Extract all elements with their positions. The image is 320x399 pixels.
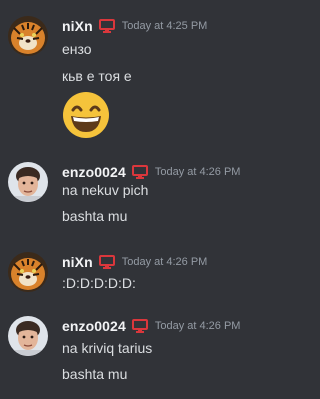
username[interactable]: niXn	[62, 254, 93, 270]
monitor-icon[interactable]	[98, 19, 115, 33]
monitor-icon[interactable]	[131, 319, 148, 333]
username[interactable]: enzo0024	[62, 164, 126, 180]
message-header: enzo0024 Today at 4:26 PM	[62, 162, 240, 182]
message-text: na nekuv pich	[62, 182, 149, 198]
message-text: :D:D:D:D:D:	[62, 275, 136, 291]
message-text: na kriviq tarius	[62, 340, 153, 356]
message-header: niXn Today at 4:25 PM	[62, 16, 207, 36]
avatar[interactable]	[8, 16, 48, 56]
avatar[interactable]	[8, 252, 48, 292]
grinning-face-emoji[interactable]	[62, 91, 110, 139]
message-header: niXn Today at 4:26 PM	[62, 252, 207, 272]
message-header: enzo0024 Today at 4:26 PM	[62, 316, 240, 336]
monitor-icon[interactable]	[131, 165, 148, 179]
username[interactable]: enzo0024	[62, 318, 126, 334]
avatar[interactable]	[8, 162, 48, 202]
avatar[interactable]	[8, 316, 48, 356]
username[interactable]: niXn	[62, 18, 93, 34]
chat-messages: niXn Today at 4:25 PM ензо кьв е тоя е e…	[0, 0, 289, 399]
timestamp[interactable]: Today at 4:25 PM	[122, 20, 208, 32]
timestamp[interactable]: Today at 4:26 PM	[122, 256, 208, 268]
message-text: ензо	[62, 41, 92, 57]
timestamp[interactable]: Today at 4:26 PM	[155, 320, 241, 332]
message-text: bashta mu	[62, 208, 128, 224]
timestamp[interactable]: Today at 4:26 PM	[155, 166, 241, 178]
message-text: bashta mu	[62, 366, 128, 382]
monitor-icon[interactable]	[98, 255, 115, 269]
message-text: кьв е тоя е	[62, 68, 132, 84]
